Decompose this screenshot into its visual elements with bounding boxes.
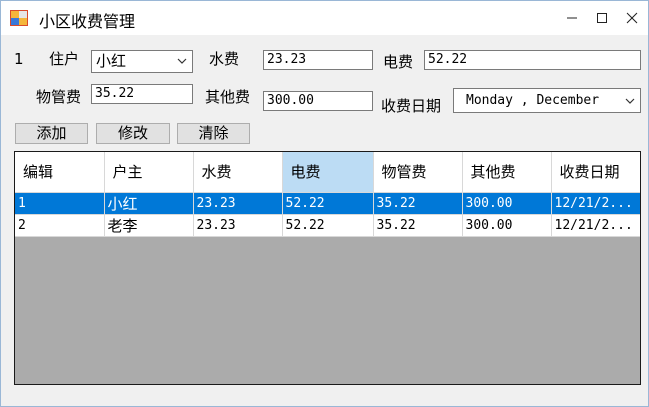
window-title: 小区收费管理 <box>39 12 136 31</box>
table-cell[interactable]: 1 <box>15 192 105 215</box>
property-label: 物管费 <box>36 88 82 106</box>
table-row[interactable]: 2 老李 23.23 52.22 35.22 300.00 12/21/2... <box>15 214 640 237</box>
date-picker[interactable]: Monday , December <box>453 88 641 113</box>
maximize-button[interactable] <box>585 1 619 35</box>
column-header[interactable]: 编辑 <box>15 152 105 193</box>
minimize-button[interactable] <box>555 1 589 35</box>
edit-button[interactable]: 修改 <box>96 123 170 144</box>
data-grid[interactable]: 编辑 户主 水费 电费 物管费 其他费 收费日期 1 小红 23.23 52.22 35.22 300… <box>14 151 641 385</box>
other-label: 其他费 <box>205 88 251 106</box>
chevron-down-icon <box>625 98 635 104</box>
table-cell[interactable]: 300.00 <box>462 192 552 215</box>
table-cell[interactable]: 35.22 <box>373 214 463 237</box>
table-cell[interactable]: 老李 <box>104 214 194 237</box>
column-header[interactable]: 收费日期 <box>551 152 640 193</box>
table-cell[interactable]: 52.22 <box>282 214 374 237</box>
table-cell[interactable]: 小红 <box>104 192 194 215</box>
table-cell[interactable]: 2 <box>15 214 105 237</box>
column-header[interactable]: 户主 <box>104 152 194 193</box>
app-icon <box>10 10 28 26</box>
water-field[interactable]: 23.23 <box>263 50 373 70</box>
table-cell[interactable]: 12/21/2... <box>551 192 640 215</box>
water-label: 水费 <box>209 50 240 68</box>
resident-label: 住户 <box>49 50 80 68</box>
electric-label: 电费 <box>383 53 414 71</box>
column-header[interactable]: 其他费 <box>462 152 552 193</box>
main-window: 小区收费管理 1 住户 小红 水费 23.23 电费 52.22 物管费 35.… <box>0 0 649 407</box>
electric-field[interactable]: 52.22 <box>424 50 641 70</box>
title-bar[interactable]: 小区收费管理 <box>1 1 648 35</box>
record-index: 1 <box>14 50 24 68</box>
resident-value: 小红 <box>96 52 127 70</box>
close-button[interactable] <box>615 1 649 35</box>
table-cell[interactable]: 23.23 <box>193 192 283 215</box>
date-label: 收费日期 <box>381 97 442 115</box>
table-cell[interactable]: 23.23 <box>193 214 283 237</box>
other-field[interactable]: 300.00 <box>263 91 373 111</box>
add-button[interactable]: 添加 <box>15 123 88 144</box>
column-header[interactable]: 物管费 <box>373 152 463 193</box>
chevron-down-icon <box>177 58 187 64</box>
minimize-icon <box>567 17 577 19</box>
table-cell[interactable]: 52.22 <box>282 192 374 215</box>
table-cell[interactable]: 300.00 <box>462 214 552 237</box>
maximize-icon <box>597 13 607 23</box>
date-value: Monday , December <box>466 93 600 108</box>
table-cell[interactable]: 12/21/2... <box>551 214 640 237</box>
close-icon <box>626 12 638 24</box>
column-header[interactable]: 水费 <box>193 152 283 193</box>
column-header[interactable]: 电费 <box>282 152 374 193</box>
resident-combo[interactable]: 小红 <box>91 50 193 73</box>
table-row[interactable]: 1 小红 23.23 52.22 35.22 300.00 12/21/2... <box>15 192 640 215</box>
table-cell[interactable]: 35.22 <box>373 192 463 215</box>
clear-button[interactable]: 清除 <box>177 123 250 144</box>
property-field[interactable]: 35.22 <box>91 84 193 104</box>
header-row: 编辑 户主 水费 电费 物管费 其他费 收费日期 <box>15 152 640 193</box>
